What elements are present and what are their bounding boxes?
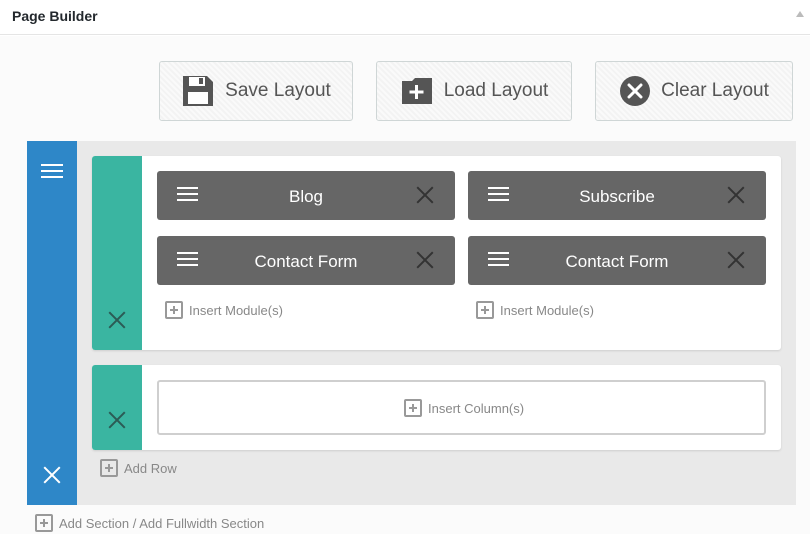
module-label: Subscribe	[579, 187, 655, 206]
close-circle-icon	[620, 76, 651, 106]
add-section-label: Add Section / Add Fullwidth Section	[59, 516, 265, 531]
module-delete-close-icon[interactable]	[416, 186, 434, 204]
row-2-delete-close-icon[interactable]	[108, 411, 126, 429]
module-delete-close-icon[interactable]	[727, 251, 745, 269]
add-row-label: Add Row	[124, 461, 177, 476]
page-builder-header: Page Builder	[0, 0, 810, 35]
module-delete-close-icon[interactable]	[416, 251, 434, 269]
row-1: Blog Contact Form Insert Module(s) Subsc…	[92, 156, 781, 350]
module-blog[interactable]: Blog	[157, 171, 455, 220]
clear-layout-label: Clear Layout	[661, 80, 769, 101]
module-label: Contact Form	[254, 252, 358, 271]
insert-module-label: Insert Module(s)	[189, 303, 283, 318]
row-2: Insert Column(s)	[92, 365, 781, 450]
section-move-hamburger-icon[interactable]	[41, 163, 63, 179]
row-1-handle[interactable]	[92, 156, 142, 350]
insert-column-button[interactable]: Insert Column(s)	[157, 380, 766, 435]
section-handle[interactable]	[27, 141, 77, 505]
page-title: Page Builder	[12, 8, 98, 24]
plus-square-icon	[35, 514, 53, 532]
clear-layout-button[interactable]: Clear Layout	[595, 61, 793, 121]
module-label: Blog	[288, 187, 324, 206]
save-layout-button[interactable]: Save Layout	[159, 61, 353, 121]
insert-module-label: Insert Module(s)	[500, 303, 594, 318]
module-contact-form[interactable]: Contact Form	[468, 236, 766, 285]
insert-column-label: Insert Column(s)	[428, 401, 525, 416]
plus-square-icon	[100, 459, 118, 477]
section-delete-close-icon[interactable]	[43, 466, 61, 484]
module-delete-close-icon[interactable]	[727, 186, 745, 204]
section: Blog Contact Form Insert Module(s) Subsc…	[27, 141, 796, 505]
module-subscribe[interactable]: Subscribe	[468, 171, 766, 220]
collapse-arrow-icon[interactable]	[796, 11, 804, 17]
plus-square-icon	[165, 301, 183, 319]
module-label: Contact Form	[565, 252, 669, 271]
load-layout-label: Load Layout	[443, 80, 549, 101]
row-1-delete-close-icon[interactable]	[108, 311, 126, 329]
plus-square-icon	[404, 399, 422, 417]
plus-square-icon	[476, 301, 494, 319]
load-layout-button[interactable]: Load Layout	[376, 61, 572, 121]
row-2-handle[interactable]	[92, 365, 142, 450]
save-layout-label: Save Layout	[225, 80, 331, 101]
floppy-disk-icon	[183, 76, 214, 106]
module-contact-form[interactable]: Contact Form	[157, 236, 455, 285]
folder-plus-icon	[401, 78, 432, 104]
